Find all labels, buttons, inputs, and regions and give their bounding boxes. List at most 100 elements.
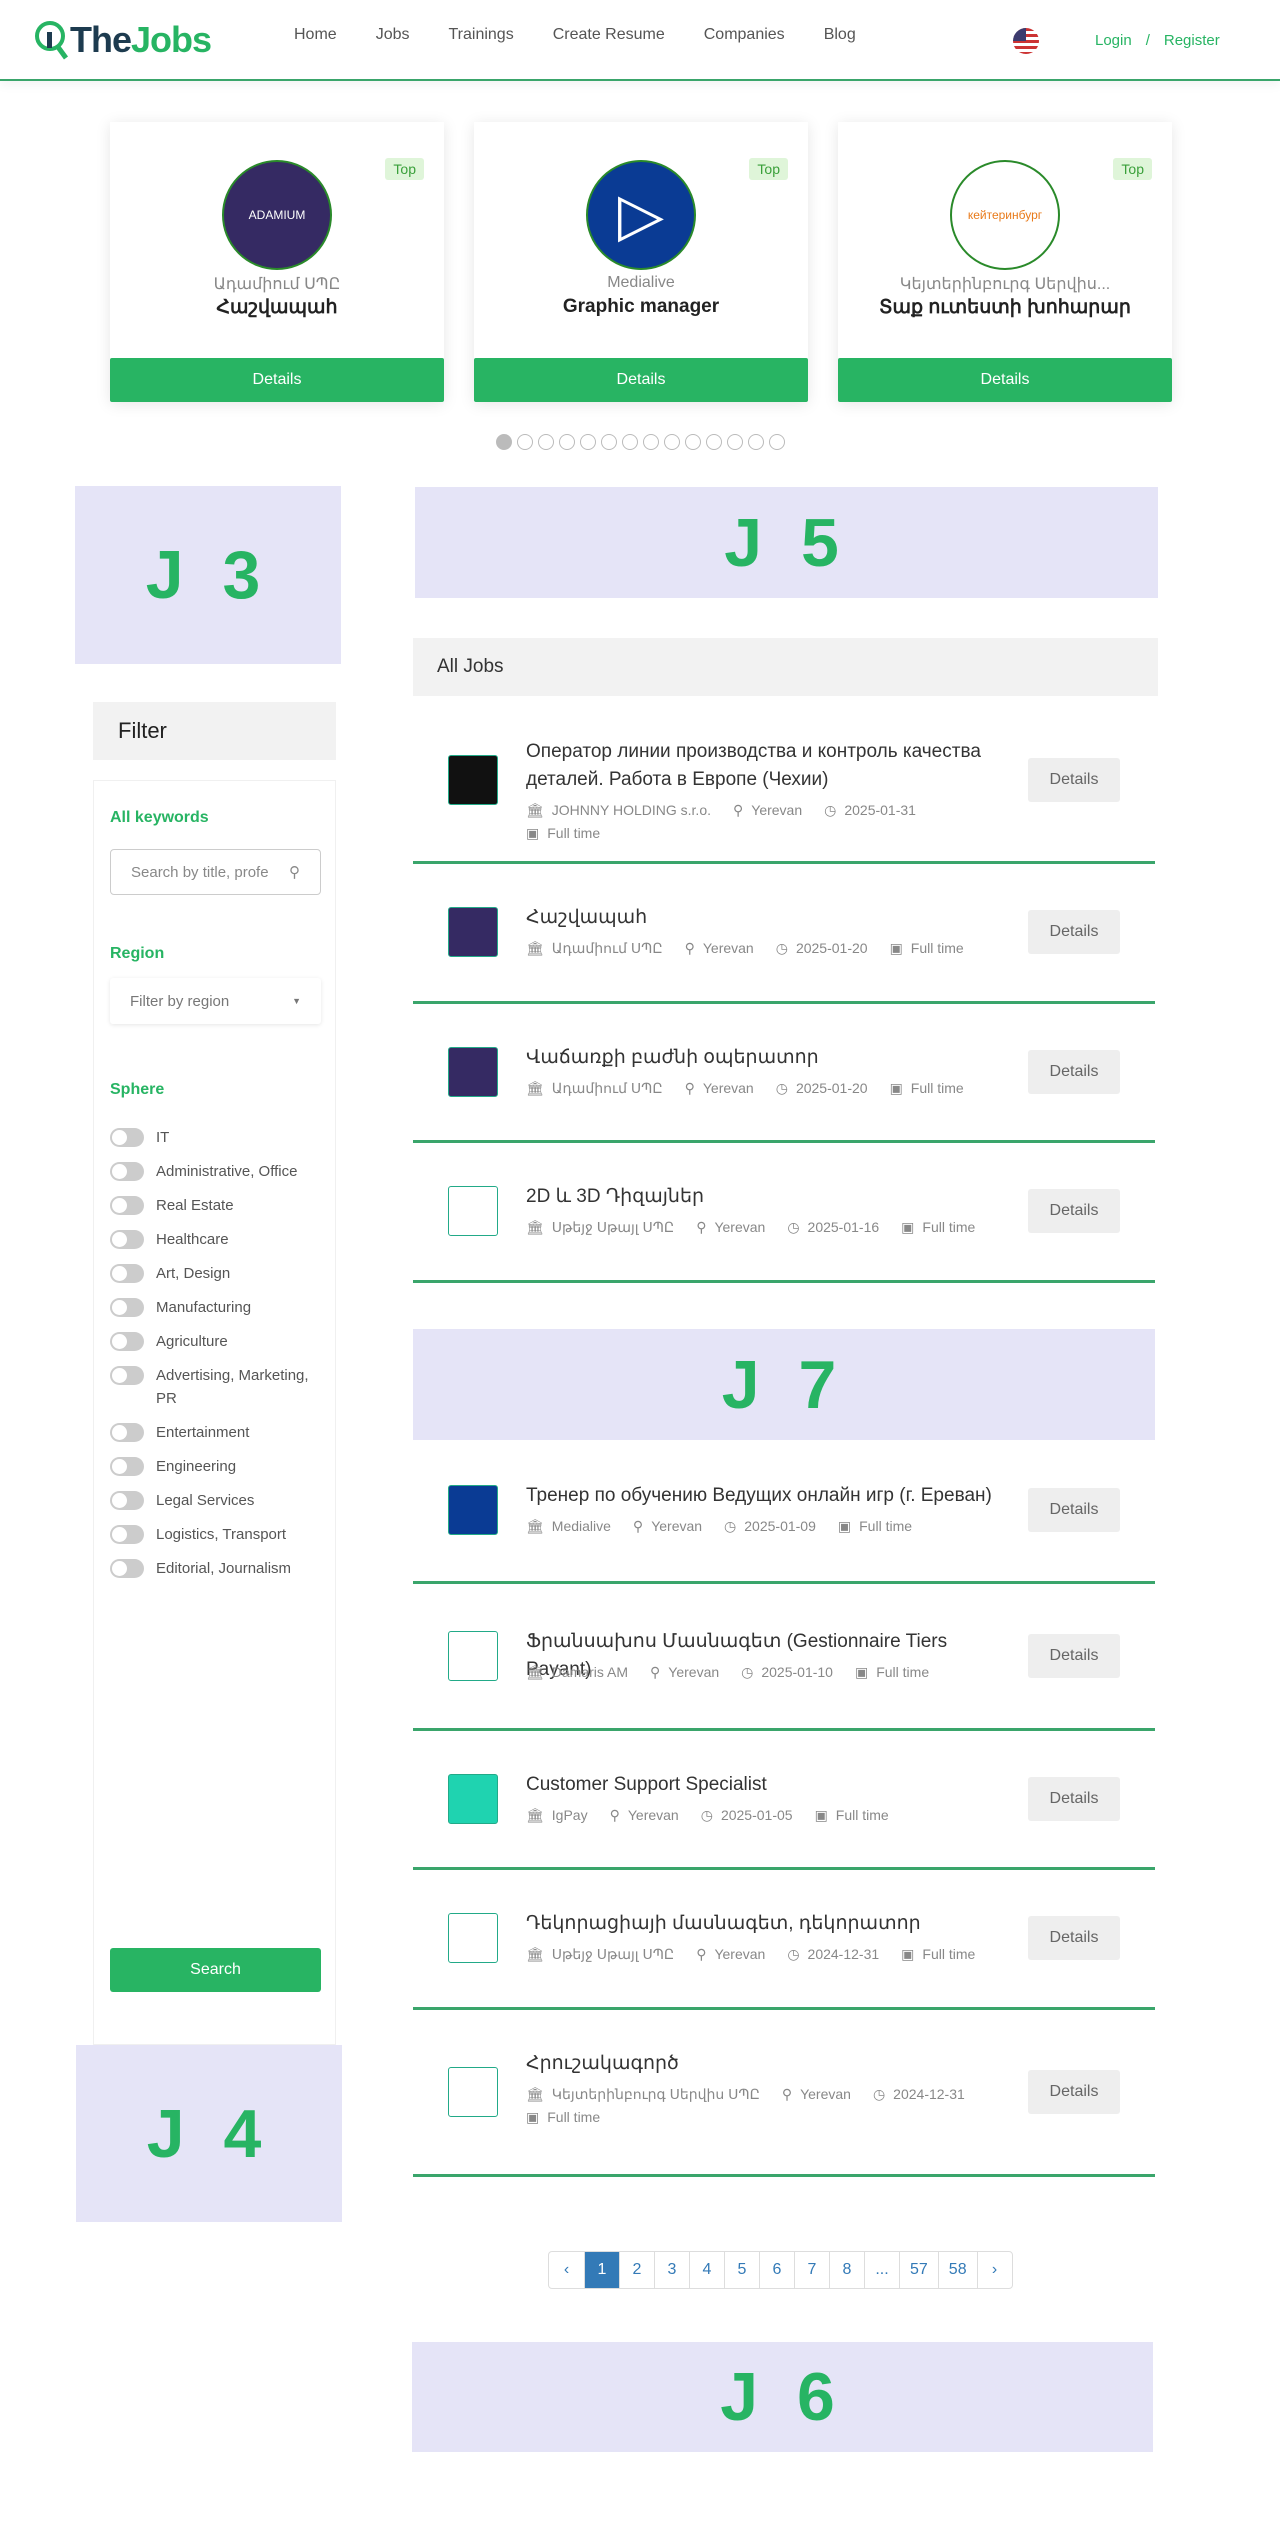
details-button[interactable]: Details xyxy=(1028,2069,1120,2114)
carousel-dot[interactable] xyxy=(622,434,638,450)
nav-companies[interactable]: Companies xyxy=(704,26,785,44)
sphere-toggle-item[interactable]: Logistics, Transport xyxy=(110,1523,325,1546)
ad-banner-j4[interactable]: J 4 xyxy=(76,2045,342,2222)
company-logo[interactable] xyxy=(448,755,498,805)
job-title[interactable]: Customer Support Specialist xyxy=(526,1771,1006,1799)
sphere-toggle-item[interactable]: Advertising, Marketing, PR xyxy=(110,1364,325,1410)
nav-create-resume[interactable]: Create Resume xyxy=(553,26,665,44)
toggle-switch[interactable] xyxy=(110,1298,144,1317)
carousel-dot[interactable] xyxy=(517,434,533,450)
sphere-toggle-item[interactable]: Legal Services xyxy=(110,1489,325,1512)
details-button[interactable]: Details xyxy=(1028,1049,1120,1094)
toggle-switch[interactable] xyxy=(110,1332,144,1351)
toggle-switch[interactable] xyxy=(110,1264,144,1283)
ad-banner-j7[interactable]: J 7 xyxy=(413,1329,1155,1440)
sphere-toggle-item[interactable]: Art, Design xyxy=(110,1262,325,1285)
details-button[interactable]: Details xyxy=(1028,1916,1120,1960)
ad-banner-j5[interactable]: J 5 xyxy=(415,487,1158,598)
carousel-dot[interactable] xyxy=(748,434,764,450)
details-button[interactable]: Details xyxy=(1028,910,1120,954)
pagination-page[interactable]: 3 xyxy=(654,2252,689,2288)
search-button[interactable]: Search xyxy=(110,1948,321,1992)
pagination-page[interactable]: 4 xyxy=(689,2252,724,2288)
pagination-next[interactable]: › xyxy=(976,2252,1012,2288)
sphere-toggle-item[interactable]: Manufacturing xyxy=(110,1296,325,1319)
nav-home[interactable]: Home xyxy=(294,26,337,44)
job-title[interactable]: Тренер по обучению Ведущих онлайн игр (г… xyxy=(526,1482,1006,1510)
nav-trainings[interactable]: Trainings xyxy=(448,26,513,44)
toggle-switch[interactable] xyxy=(110,1230,144,1249)
company-logo[interactable] xyxy=(448,1630,498,1681)
sphere-toggle-item[interactable]: Agriculture xyxy=(110,1330,325,1353)
details-button[interactable]: Details xyxy=(1028,1633,1120,1678)
company-logo[interactable]: ▷ xyxy=(586,160,696,270)
job-title[interactable]: Դեկորացիայի մասնագետ, դեկորատոր xyxy=(526,1910,1006,1938)
company-logo[interactable]: кейтеринбург xyxy=(950,160,1060,270)
job-title[interactable]: Հրուշակագործ xyxy=(526,2050,1006,2078)
carousel-dot[interactable] xyxy=(685,434,701,450)
toggle-switch[interactable] xyxy=(110,1162,144,1181)
pagination-prev[interactable]: ‹ xyxy=(549,2252,584,2288)
company-logo[interactable] xyxy=(448,907,498,957)
job-title[interactable]: Վաճառքի բաժնի օպերատոր xyxy=(526,1044,1006,1072)
sphere-toggle-item[interactable]: Editorial, Journalism xyxy=(110,1557,325,1580)
login-link[interactable]: Login xyxy=(1095,32,1132,49)
toggle-switch[interactable] xyxy=(110,1559,144,1578)
details-button[interactable]: Details xyxy=(1028,1189,1120,1233)
carousel-dot[interactable] xyxy=(769,434,785,450)
carousel-dot[interactable] xyxy=(496,434,512,450)
card-title[interactable]: Graphic manager xyxy=(474,296,808,318)
register-link[interactable]: Register xyxy=(1164,32,1220,49)
company-logo[interactable] xyxy=(448,1186,498,1236)
sphere-toggle-item[interactable]: Real Estate xyxy=(110,1194,325,1217)
details-button[interactable]: Details xyxy=(1028,1776,1120,1821)
card-title[interactable]: Հաշվապահ xyxy=(110,296,444,319)
pagination-page[interactable]: ... xyxy=(864,2252,899,2288)
carousel-dot[interactable] xyxy=(643,434,659,450)
carousel-dot[interactable] xyxy=(559,434,575,450)
details-button[interactable]: Details xyxy=(110,358,444,402)
pagination-page[interactable]: 58 xyxy=(937,2252,977,2288)
pagination-page[interactable]: 6 xyxy=(759,2252,794,2288)
pagination-page[interactable]: 1 xyxy=(584,2252,619,2288)
pagination-page[interactable]: 7 xyxy=(794,2252,829,2288)
card-title[interactable]: Տաք ուտեստի խոհարար xyxy=(838,296,1172,319)
job-title[interactable]: Оператор линии производства и контроль к… xyxy=(526,738,1006,794)
pagination-page[interactable]: 2 xyxy=(619,2252,654,2288)
company-logo[interactable]: ADAMIUM xyxy=(222,160,332,270)
toggle-switch[interactable] xyxy=(110,1366,144,1385)
toggle-switch[interactable] xyxy=(110,1525,144,1544)
pagination-page[interactable]: 5 xyxy=(724,2252,759,2288)
toggle-switch[interactable] xyxy=(110,1423,144,1442)
ad-banner-j3[interactable]: J 3 xyxy=(75,486,341,664)
company-logo[interactable] xyxy=(448,1773,498,1824)
nav-blog[interactable]: Blog xyxy=(824,26,856,44)
keyword-search-input[interactable]: Search by title, profe ⚲ xyxy=(110,849,321,895)
details-button[interactable]: Details xyxy=(1028,1488,1120,1532)
carousel-dot[interactable] xyxy=(727,434,743,450)
details-button[interactable]: Details xyxy=(838,358,1172,402)
toggle-switch[interactable] xyxy=(110,1196,144,1215)
company-logo[interactable] xyxy=(448,2066,498,2117)
carousel-dot[interactable] xyxy=(601,434,617,450)
job-title[interactable]: Հաշվապահ xyxy=(526,904,1006,932)
nav-jobs[interactable]: Jobs xyxy=(376,26,410,44)
sphere-toggle-item[interactable]: Administrative, Office xyxy=(110,1160,325,1183)
sphere-toggle-item[interactable]: Engineering xyxy=(110,1455,325,1478)
carousel-dot[interactable] xyxy=(580,434,596,450)
details-button[interactable]: Details xyxy=(1028,758,1120,802)
region-select[interactable]: Filter by region ▼ xyxy=(110,978,321,1024)
sphere-toggle-item[interactable]: Healthcare xyxy=(110,1228,325,1251)
toggle-switch[interactable] xyxy=(110,1457,144,1476)
company-logo[interactable] xyxy=(448,1485,498,1535)
carousel-dot[interactable] xyxy=(538,434,554,450)
company-logo[interactable] xyxy=(448,1046,498,1097)
ad-banner-j6[interactable]: J 6 xyxy=(412,2342,1153,2452)
sphere-toggle-item[interactable]: Entertainment xyxy=(110,1421,325,1444)
carousel-dot[interactable] xyxy=(706,434,722,450)
logo[interactable]: The Jobs xyxy=(34,18,212,62)
toggle-switch[interactable] xyxy=(110,1491,144,1510)
sphere-toggle-item[interactable]: IT xyxy=(110,1126,325,1149)
details-button[interactable]: Details xyxy=(474,358,808,402)
pagination-page[interactable]: 8 xyxy=(829,2252,864,2288)
